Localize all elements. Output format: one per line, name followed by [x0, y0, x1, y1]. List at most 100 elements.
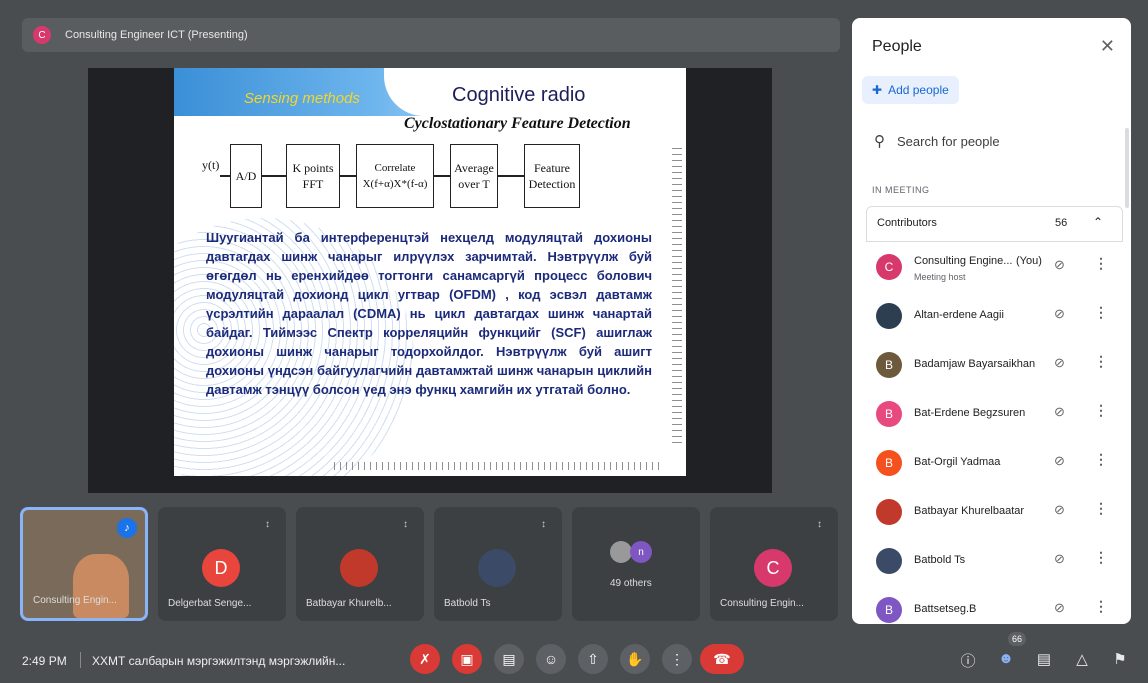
avatar: C [876, 254, 902, 280]
avatar [610, 541, 632, 563]
more-vert-icon[interactable]: ⋮ [1094, 255, 1108, 272]
list-item[interactable]: B Bat-Erdene Begzsuren ⊘ ⋮ [866, 389, 1121, 438]
meeting-time: 2:49 PM [22, 654, 67, 668]
list-item[interactable]: Batbayar Khurelbaatar ⊘ ⋮ [866, 487, 1121, 536]
host-controls-icon[interactable]: ⚑ [1110, 650, 1130, 668]
people-icon[interactable]: ☻ [996, 650, 1016, 667]
participant-tile-others[interactable]: n 49 others [572, 507, 700, 621]
person-role: Meeting host [914, 272, 966, 282]
list-item[interactable]: Batbold Ts ⊘ ⋮ [866, 536, 1121, 585]
more-vert-icon[interactable]: ⋮ [1094, 549, 1108, 566]
diagram-arrow [434, 175, 450, 177]
block-diagram: y(t) A/D K points FFT Correlate X(f+α)X*… [202, 144, 622, 214]
participant-tile[interactable]: ↕ Batbold Ts [434, 507, 562, 621]
list-item[interactable]: C Consulting Engine... (You) Meeting hos… [866, 242, 1121, 291]
presenting-bar: C Consulting Engineer ICT (Presenting) [22, 18, 840, 52]
more-options-icon[interactable]: ⋮ [662, 644, 692, 674]
diagram-block-fft: K points FFT [286, 144, 340, 208]
slide-ruler-right [672, 148, 682, 448]
diagram-block-correlate: Correlate X(f+α)X*(f-α) [356, 144, 434, 208]
others-count: 49 others [610, 578, 652, 589]
contributors-group-header[interactable]: Contributors 56 ⌃ [866, 206, 1123, 242]
avatar: B [876, 597, 902, 623]
mic-off-icon[interactable]: ✗ [410, 644, 440, 674]
participant-tile[interactable]: ↕ Batbayar Khurelb... [296, 507, 424, 621]
avatar [876, 548, 902, 574]
tile-name: Consulting Engin... [720, 598, 804, 609]
slide-subtitle: Cyclostationary Feature Detection [404, 115, 631, 132]
avatar [340, 549, 378, 587]
present-icon[interactable]: ⇧ [578, 644, 608, 674]
person-name: Badamjaw Bayarsaikhan [914, 358, 1036, 370]
pin-icon[interactable]: ↕ [403, 519, 408, 530]
self-video [73, 554, 129, 618]
diagram-block-average: Average over T [450, 144, 498, 208]
leave-call-icon[interactable]: ☎ [700, 644, 744, 674]
mic-off-icon: ⊘ [1054, 600, 1065, 615]
emoji-icon[interactable]: ☺ [536, 644, 566, 674]
chat-icon[interactable]: ▤ [1034, 650, 1054, 668]
pin-icon[interactable]: ↕ [541, 519, 546, 530]
activities-icon[interactable]: △ [1072, 650, 1092, 668]
more-vert-icon[interactable]: ⋮ [1094, 304, 1108, 321]
group-count: 56 [1055, 217, 1068, 229]
participant-tile[interactable]: ↕ D Delgerbat Senge... [158, 507, 286, 621]
diagram-arrow [220, 175, 230, 177]
avatar [478, 549, 516, 587]
add-person-icon: ✚ [872, 83, 883, 97]
participant-tile[interactable]: ↕ C Consulting Engin... [710, 507, 838, 621]
tile-name: Batbayar Khurelb... [306, 598, 392, 609]
diagram-block-ad: A/D [230, 144, 262, 208]
tile-name: Delgerbat Senge... [168, 598, 252, 609]
avatar: D [202, 549, 240, 587]
person-name: Consulting Engine... [914, 255, 1013, 267]
panel-title: People [872, 38, 922, 55]
add-people-label: Add people [888, 83, 949, 97]
people-list: C Consulting Engine... (You) Meeting hos… [866, 242, 1121, 624]
section-heading: IN MEETING [872, 185, 930, 195]
scrollbar[interactable] [1125, 128, 1129, 208]
avatar: C [754, 549, 792, 587]
list-item[interactable]: B Bat-Orgil Yadmaa ⊘ ⋮ [866, 438, 1121, 487]
add-people-button[interactable]: ✚ Add people [862, 76, 959, 104]
diagram-arrow [498, 175, 524, 177]
more-vert-icon[interactable]: ⋮ [1094, 451, 1108, 468]
pin-icon[interactable]: ↕ [817, 519, 822, 530]
more-vert-icon[interactable]: ⋮ [1094, 402, 1108, 419]
avatar: B [876, 450, 902, 476]
list-item[interactable]: B Battsetseg.B ⊘ ⋮ [866, 585, 1121, 624]
close-icon[interactable]: ✕ [1100, 36, 1115, 57]
avatar: n [630, 541, 652, 563]
slide-body-text: Шуугиантай ба интерференцтэй нехцелд мод… [206, 230, 652, 397]
avatar [876, 303, 902, 329]
more-vert-icon[interactable]: ⋮ [1094, 500, 1108, 517]
chevron-up-icon[interactable]: ⌃ [1093, 215, 1103, 229]
slide-sensing-label: Sensing methods [244, 90, 360, 107]
pin-icon[interactable]: ↕ [265, 519, 270, 530]
mic-off-icon: ⊘ [1054, 404, 1065, 419]
participant-tile-self[interactable]: ♪ Consulting Engin... [20, 507, 148, 621]
person-name: Battsetseg.B [914, 603, 977, 615]
list-item[interactable]: Altan-erdene Aagii ⊘ ⋮ [866, 291, 1121, 340]
more-vert-icon[interactable]: ⋮ [1094, 353, 1108, 370]
meeting-title: ХХМТ салбарын мэргэжилтэнд мэргэжлийн... [92, 654, 346, 668]
tile-name: Consulting Engin... [33, 595, 117, 606]
divider [80, 652, 81, 668]
person-name: Batbayar Khurelbaatar [914, 505, 1025, 517]
search-input[interactable] [895, 132, 1099, 150]
diagram-arrow [262, 175, 286, 177]
mic-off-icon: ⊘ [1054, 257, 1065, 272]
mic-off-icon: ⊘ [1054, 453, 1065, 468]
list-item[interactable]: B Badamjaw Bayarsaikhan ⊘ ⋮ [866, 340, 1121, 389]
raise-hand-icon[interactable]: ✋ [620, 644, 650, 674]
more-vert-icon[interactable]: ⋮ [1094, 598, 1108, 615]
camera-off-icon[interactable]: ▣ [452, 644, 482, 674]
presenter-label: Consulting Engineer ICT (Presenting) [65, 29, 248, 41]
person-name: Batbold Ts [914, 554, 966, 566]
search-box[interactable]: ⚲ [862, 122, 1121, 160]
info-icon[interactable]: ⓘ [958, 650, 978, 671]
captions-icon[interactable]: ▤ [494, 644, 524, 674]
slide-title: Cognitive radio [452, 84, 586, 106]
avatar: B [876, 401, 902, 427]
mic-off-icon: ⊘ [1054, 306, 1065, 321]
